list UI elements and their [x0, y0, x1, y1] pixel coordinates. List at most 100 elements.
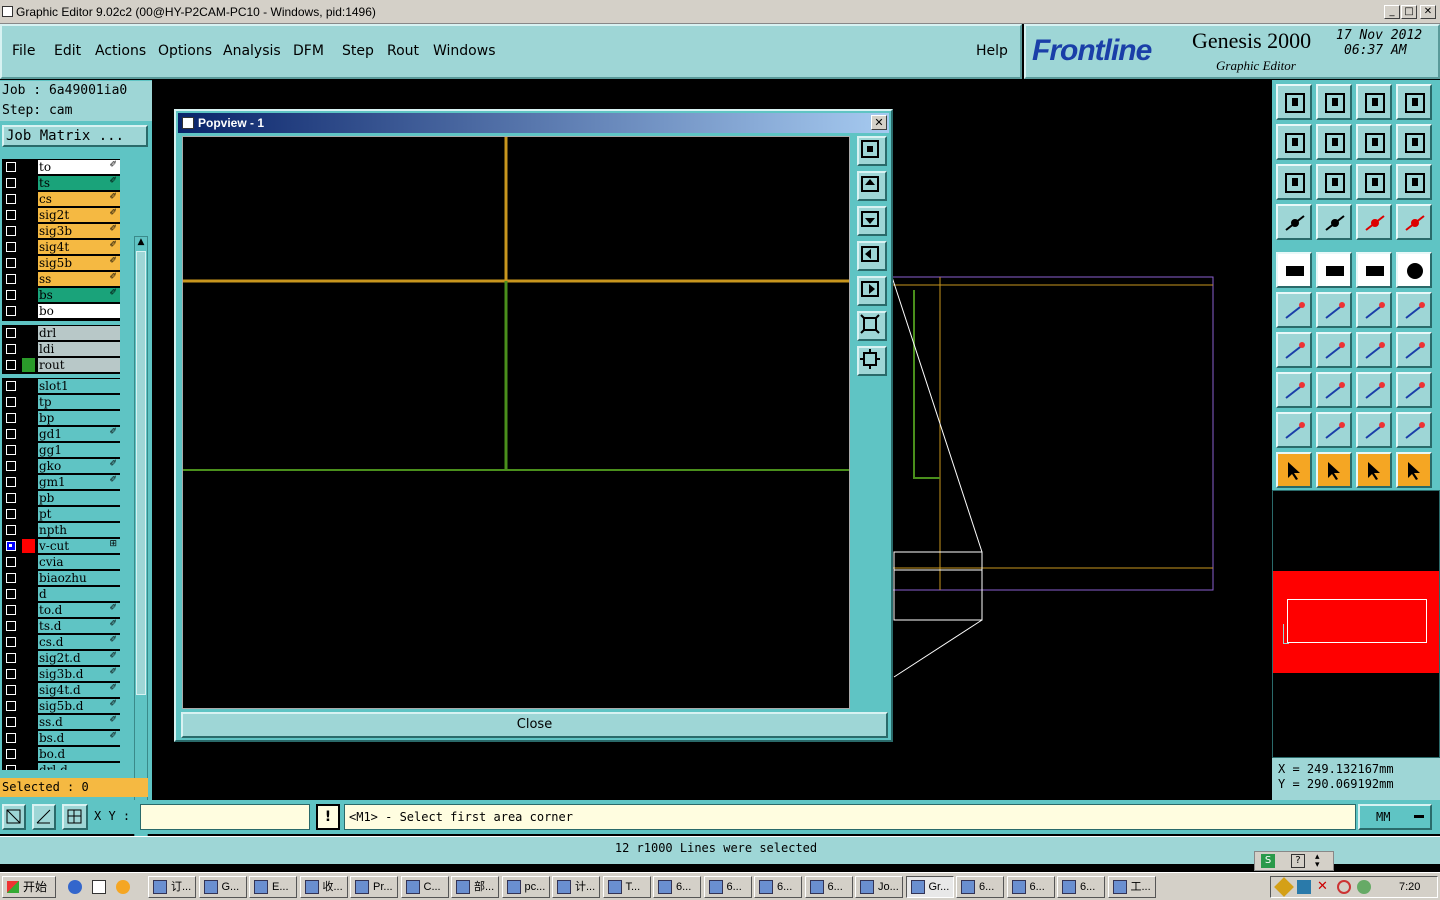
layer-row-drl.d[interactable]: drl.d [2, 762, 120, 770]
layer-name[interactable]: ss.d [38, 715, 120, 729]
layer-row-tp[interactable]: tp [2, 394, 120, 409]
zoom-home-tool-button[interactable] [1276, 84, 1312, 120]
layer-name[interactable]: drl [38, 326, 120, 340]
layer-checkbox[interactable] [6, 413, 16, 423]
layer-color-swatch[interactable] [22, 587, 35, 601]
layer-row-slot1[interactable]: slot1 [2, 378, 120, 393]
xy-input[interactable] [140, 804, 310, 830]
layer-name[interactable]: bo.d [38, 747, 120, 761]
x-mark-tool-button[interactable] [1316, 292, 1352, 328]
route-tool-button[interactable] [1396, 452, 1432, 488]
menu-windows[interactable]: Windows [433, 43, 496, 59]
layer-row-bo[interactable]: bo [2, 303, 120, 318]
snap-red-2-tool-button[interactable] [1396, 204, 1432, 240]
layer-color-swatch[interactable] [22, 571, 35, 585]
menu-dfm[interactable]: DFM [293, 43, 324, 59]
triangle-a-tool-button[interactable] [1316, 412, 1352, 448]
layer-color-swatch[interactable] [22, 256, 35, 270]
layer-checkbox[interactable] [6, 765, 16, 770]
layer-row-sig5b.d[interactable]: sig5b.d ✐ [2, 698, 120, 713]
layer-checkbox[interactable] [6, 328, 16, 338]
tray-icon-2[interactable] [1297, 880, 1311, 894]
pan-down-tool-button[interactable] [1316, 84, 1352, 120]
layer-row-sig5b[interactable]: sig5b ✐ [2, 255, 120, 270]
layer-color-swatch[interactable] [22, 411, 35, 425]
layer-row-bp[interactable]: bp [2, 410, 120, 425]
popview-zoom-in-button[interactable] [857, 311, 887, 341]
layer-name[interactable]: sig2t.d [38, 651, 120, 665]
taskbar-task[interactable]: 6... [703, 876, 752, 898]
layer-name[interactable]: cs.d [38, 635, 120, 649]
layer-row-to.d[interactable]: to.d ✐ [2, 602, 120, 617]
key-tool-button[interactable] [1316, 204, 1352, 240]
layer-row-biaozhu[interactable]: biaozhu [2, 570, 120, 585]
layer-name[interactable]: sig5b.d [38, 699, 120, 713]
layer-row-sig2t.d[interactable]: sig2t.d ✐ [2, 650, 120, 665]
dimension-tool-button[interactable] [1356, 372, 1392, 408]
layer-color-swatch[interactable] [22, 304, 35, 318]
taskbar-task[interactable]: 6... [754, 876, 802, 898]
layer-name[interactable]: sig3b [38, 224, 120, 238]
layer-checkbox[interactable] [6, 162, 16, 172]
dash-tool-button[interactable] [1316, 372, 1352, 408]
popview-close-button[interactable]: Close [181, 712, 888, 738]
menu-help[interactable]: Help [976, 43, 1008, 59]
minimize-button[interactable]: _ [1384, 5, 1400, 19]
tray-icon-1[interactable] [1274, 877, 1294, 897]
flip-tool-button[interactable] [1356, 124, 1392, 160]
overview-map[interactable] [1272, 490, 1440, 758]
split-view-tool-button[interactable] [1396, 84, 1432, 120]
layer-name[interactable]: sig2t [38, 208, 120, 222]
layer-color-swatch[interactable] [22, 240, 35, 254]
layer-row-bs.d[interactable]: bs.d ✐ [2, 730, 120, 745]
layer-name[interactable]: cs [38, 192, 120, 206]
layer-color-swatch[interactable] [22, 459, 35, 473]
layer-color-swatch[interactable] [22, 763, 35, 770]
popview-canvas[interactable] [182, 136, 850, 709]
ie-quicklaunch-icon[interactable] [68, 880, 82, 894]
taskbar-task[interactable]: G... [198, 876, 247, 898]
mirror-tool-button[interactable] [1396, 124, 1432, 160]
layer-name[interactable]: pb [38, 491, 120, 505]
scroll-up-icon[interactable]: ▲ [136, 237, 146, 249]
shapes-tool-button[interactable] [1396, 372, 1432, 408]
arrow-circle-tool-button[interactable] [1356, 452, 1392, 488]
layer-color-swatch[interactable] [22, 491, 35, 505]
layer-color-swatch[interactable] [22, 699, 35, 713]
layer-color-swatch[interactable] [22, 208, 35, 222]
layer-color-swatch[interactable] [22, 523, 35, 537]
zoom-1-2-tool-button[interactable] [1356, 164, 1392, 200]
arrow-box-tool-button[interactable] [1316, 452, 1352, 488]
layer-row-cs.d[interactable]: cs.d ✐ [2, 634, 120, 649]
circle-tool-button[interactable] [1396, 252, 1432, 288]
menu-analysis[interactable]: Analysis [223, 43, 281, 59]
layer-checkbox[interactable] [6, 637, 16, 647]
triangle-red-tool-button[interactable] [1276, 412, 1312, 448]
help-tool-button[interactable] [1396, 164, 1432, 200]
zoom-home-2-tool-button[interactable] [1356, 84, 1392, 120]
layer-name[interactable]: bs [38, 288, 120, 302]
slash-tool-button[interactable] [1316, 332, 1352, 368]
point-2-tool-button[interactable] [1396, 292, 1432, 328]
layer-checkbox[interactable] [6, 210, 16, 220]
layer-row-cs[interactable]: cs ✐ [2, 191, 120, 206]
popview-pan-up-button[interactable] [857, 171, 887, 201]
popview-zoom-home-button[interactable] [857, 136, 887, 166]
fit-all-tool-button[interactable] [1276, 164, 1312, 200]
snap-mode-icon[interactable] [2, 804, 26, 830]
layer-row-bo.d[interactable]: bo.d [2, 746, 120, 761]
layer-row-ss.d[interactable]: ss.d ✐ [2, 714, 120, 729]
layer-checkbox[interactable] [6, 701, 16, 711]
scroll-thumb[interactable] [136, 251, 146, 695]
layer-row-ts.d[interactable]: ts.d ✐ [2, 618, 120, 633]
layer-row-drl[interactable]: drl [2, 325, 120, 340]
ime-help-icon[interactable]: ? [1291, 854, 1305, 868]
layer-color-swatch[interactable] [22, 539, 35, 553]
layer-name[interactable]: gm1 [38, 475, 120, 489]
menu-options[interactable]: Options [158, 43, 212, 59]
layer-checkbox[interactable] [6, 445, 16, 455]
layer-checkbox[interactable] [6, 749, 16, 759]
desktop-quicklaunch-icon[interactable] [92, 880, 106, 894]
layer-name[interactable]: to.d [38, 603, 120, 617]
layer-color-swatch[interactable] [22, 160, 35, 174]
